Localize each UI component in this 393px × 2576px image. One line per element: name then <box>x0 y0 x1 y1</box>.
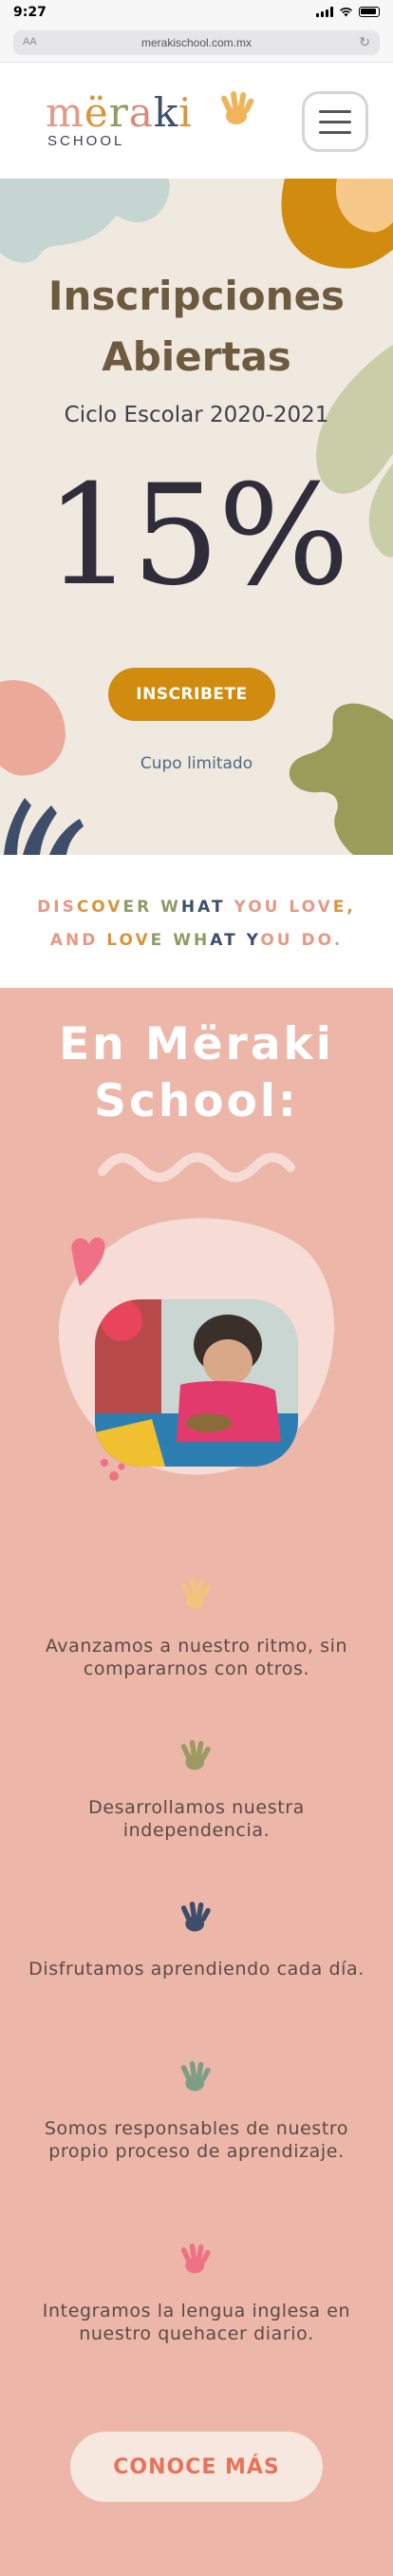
feature-item: Somos responsables de nuestro propio pro… <box>28 2059 365 2163</box>
feature-text: Disfrutamos aprendiendo cada día. <box>28 1959 365 1979</box>
about-title-line1: En Mëraki <box>59 1018 334 1070</box>
status-bar: 9:27 <box>0 0 393 25</box>
child-painting-photo <box>95 1299 298 1467</box>
logo-letter: i <box>178 89 193 136</box>
feature-item: Integramos la lengua inglesa en nuestro … <box>28 2242 365 2345</box>
status-time: 9:27 <box>13 5 47 20</box>
hand-icon <box>28 1900 365 1941</box>
discount-percent: 15% <box>45 455 350 616</box>
feature-item: Disfrutamos aprendiendo cada día. <box>28 1900 365 1980</box>
browser-url-bar: AA merakischool.com.mx ↻ <box>0 25 393 63</box>
hand-icon <box>28 2242 365 2282</box>
about-title-line2: School: <box>94 1075 299 1127</box>
hamburger-menu-button[interactable] <box>302 91 368 152</box>
meraki-logo[interactable]: mëraki SCHOOL <box>46 91 254 149</box>
logo-letter: m <box>46 89 84 136</box>
logo-letter: k <box>153 89 179 136</box>
about-section: En Mëraki School: Avanzamos a nuestro ri… <box>0 988 393 2576</box>
school-year: Ciclo Escolar 2020-2021 <box>64 403 329 427</box>
hand-icon <box>221 91 254 124</box>
feature-text: Integramos la lengua inglesa en nuestro … <box>42 2301 351 2344</box>
logo-wordmark: mëraki <box>46 93 193 133</box>
signal-icon <box>316 7 333 17</box>
feature-item: Avanzamos a nuestro ritmo, sin compararn… <box>28 1577 365 1680</box>
wifi-icon <box>340 7 352 17</box>
motto-line1: DISCOVER WHAT YOU LOVE, <box>37 898 356 917</box>
logo-letter: a <box>128 89 154 136</box>
logo-letter: ë <box>84 89 109 136</box>
battery-icon <box>359 7 380 17</box>
hero-title-line2: Abiertas <box>102 333 291 380</box>
address-field[interactable]: AA merakischool.com.mx ↻ <box>13 30 380 55</box>
hero-title-line1: Inscripciones <box>47 273 346 319</box>
feature-text: Somos responsables de nuestro propio pro… <box>44 2118 349 2162</box>
hero-title: Inscripciones Abiertas <box>0 266 393 388</box>
system-indicators <box>316 7 380 17</box>
inscribete-button[interactable]: INSCRIBETE <box>108 668 275 721</box>
hand-icon <box>28 1577 365 1618</box>
limited-spots-note: Cupo limitado <box>140 754 253 773</box>
logo-letter: r <box>108 89 129 136</box>
motto-line2: AND LOVE WHAT YOU DO. <box>49 931 344 950</box>
motto-section: DISCOVER WHAT YOU LOVE, AND LOVE WHAT YO… <box>0 855 393 988</box>
feature-item: Desarrollamos nuestra independencia. <box>28 1738 365 1842</box>
wave-divider <box>98 1152 295 1183</box>
conoce-mas-button[interactable]: CONOCE MÁS <box>70 2432 323 2502</box>
feature-text: Avanzamos a nuestro ritmo, sin compararn… <box>45 1636 348 1679</box>
hand-icon <box>28 1738 365 1779</box>
hero-banner: Inscripciones Abiertas Ciclo Escolar 202… <box>0 179 393 855</box>
url-text[interactable]: merakischool.com.mx <box>13 36 380 49</box>
site-header: mëraki SCHOOL <box>0 63 393 179</box>
hand-icon <box>28 2059 365 2100</box>
about-title: En Mëraki School: <box>0 1016 393 1130</box>
feature-text: Desarrollamos nuestra independencia. <box>88 1797 305 1841</box>
reload-icon[interactable]: ↻ <box>359 34 370 50</box>
